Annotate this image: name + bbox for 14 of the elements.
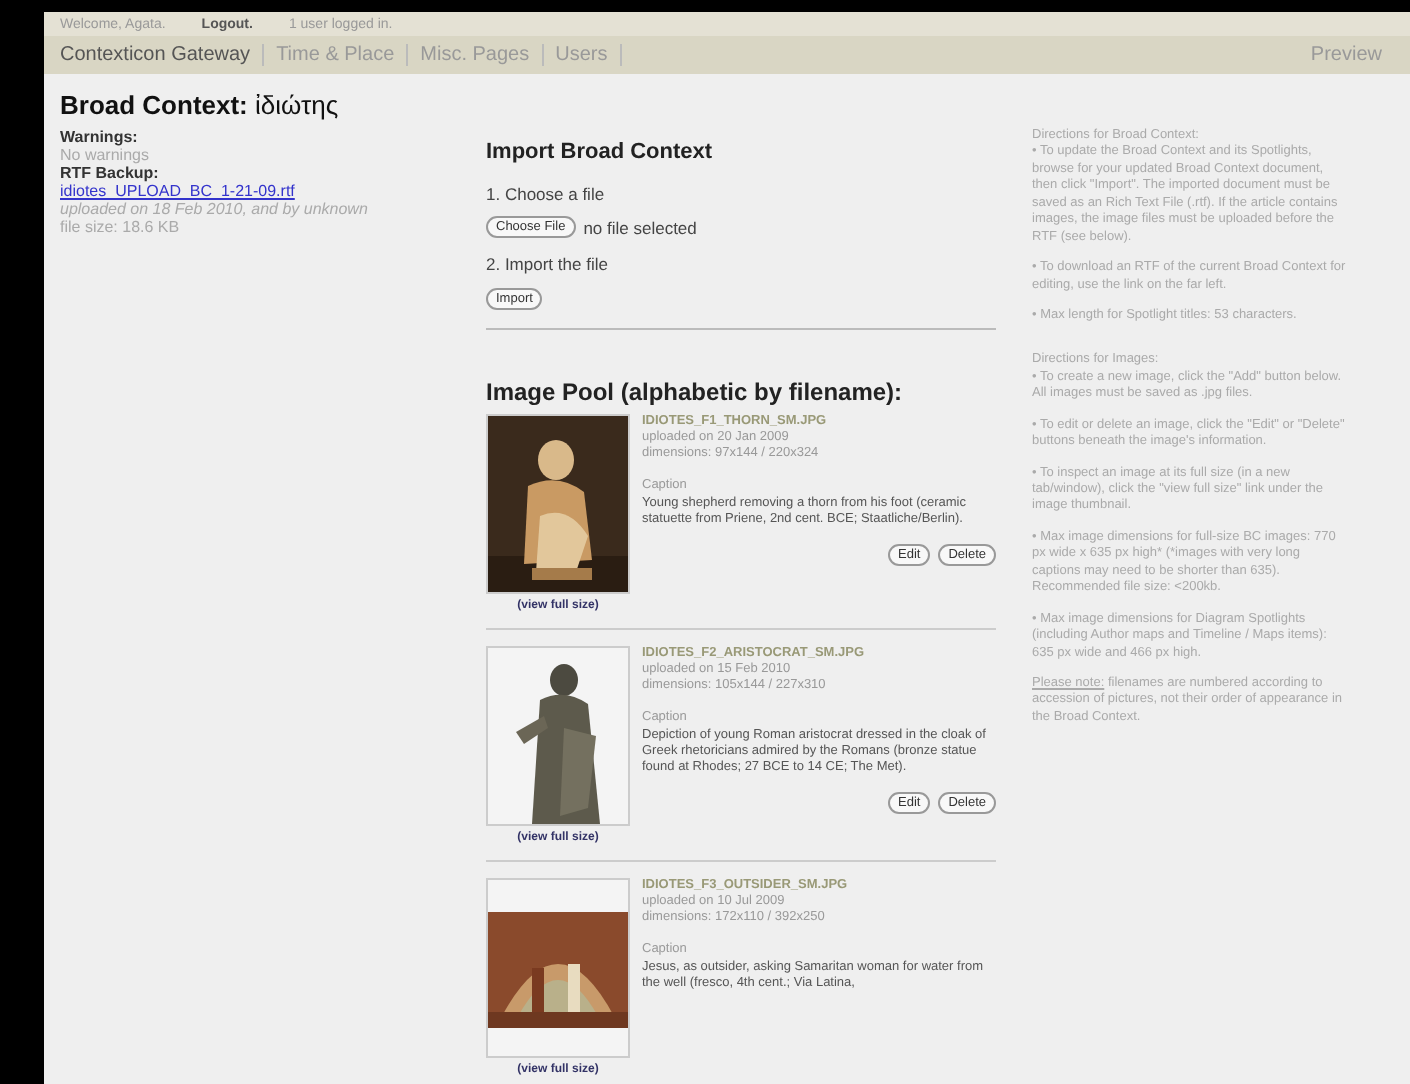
- import-heading: Import Broad Context: [486, 140, 715, 164]
- file-status: no file selected: [583, 217, 697, 237]
- backup-link[interactable]: idiotes_UPLOAD_BC_1-21-09.rtf: [60, 182, 295, 200]
- warnings-text: No warnings: [60, 146, 151, 164]
- step-label: 1. Choose a file: [486, 184, 607, 204]
- title-value: ἰδιώτης: [255, 90, 339, 120]
- step-label: 2. Import the file: [486, 254, 610, 274]
- backup-label: RTF Backup:: [60, 164, 161, 182]
- image-pool-heading: Image Pool (alphabetic by filename):: [486, 378, 905, 406]
- file-size: file size: 18.6 KB: [60, 218, 182, 236]
- warnings-label: Warnings:: [60, 128, 140, 146]
- page-title: Broad Context:: [60, 90, 248, 120]
- nav-link[interactable]: Contexticon Gateway: [60, 44, 265, 66]
- upload-info: uploaded on 18 Feb 2010, and by unknown: [60, 200, 370, 218]
